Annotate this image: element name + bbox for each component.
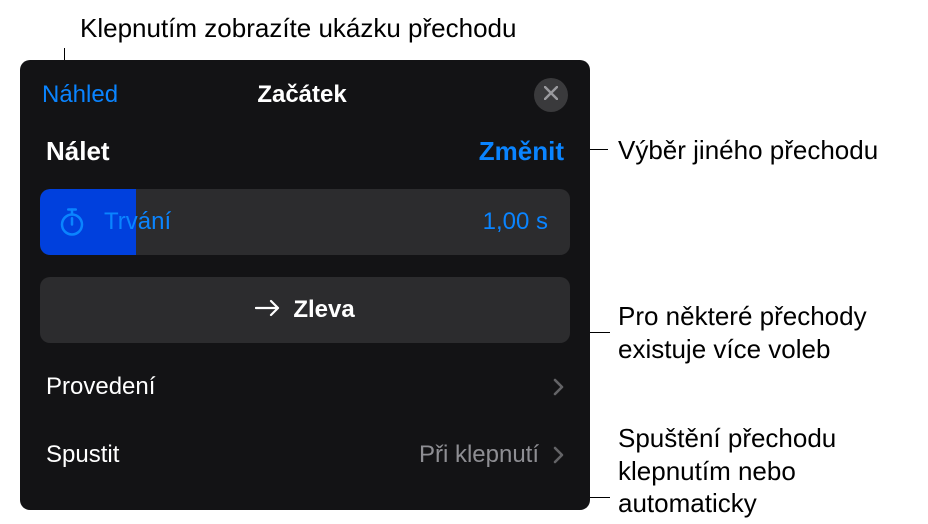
transition-panel: Náhled Začátek Nálet Změnit Trvání 1,00 … xyxy=(20,60,590,510)
callout-direction-options: Pro některé přechody existuje více voleb xyxy=(618,300,928,365)
start-trigger-row[interactable]: Spustit Při klepnutí xyxy=(20,421,590,489)
callout-change: Výběr jiného přechodu xyxy=(618,134,878,167)
panel-title: Začátek xyxy=(70,81,534,109)
transition-name-row: Nálet Změnit xyxy=(20,122,590,189)
change-transition-button[interactable]: Změnit xyxy=(479,136,564,167)
duration-value: 1,00 s xyxy=(483,208,570,236)
start-trigger-value: Při klepnutí xyxy=(419,441,539,469)
chevron-right-icon xyxy=(553,378,564,396)
delivery-label: Provedení xyxy=(46,373,155,401)
transition-name-label: Nálet xyxy=(46,136,110,167)
chevron-right-icon xyxy=(553,446,564,464)
close-button[interactable] xyxy=(534,78,568,112)
arrow-right-icon xyxy=(255,296,281,324)
callout-preview: Klepnutím zobrazíte ukázku přechodu xyxy=(80,12,516,45)
delivery-row[interactable]: Provedení xyxy=(20,353,590,421)
callout-start-trigger: Spuštění přechodu klepnutím nebo automat… xyxy=(618,422,928,520)
stopwatch-icon xyxy=(40,207,104,237)
direction-label: Zleva xyxy=(293,296,354,324)
start-trigger-label: Spustit xyxy=(46,441,119,469)
panel-header: Náhled Začátek xyxy=(20,60,590,122)
direction-button[interactable]: Zleva xyxy=(40,277,570,343)
duration-label: Trvání xyxy=(104,208,483,236)
close-icon xyxy=(544,86,558,105)
duration-slider[interactable]: Trvání 1,00 s xyxy=(40,189,570,255)
